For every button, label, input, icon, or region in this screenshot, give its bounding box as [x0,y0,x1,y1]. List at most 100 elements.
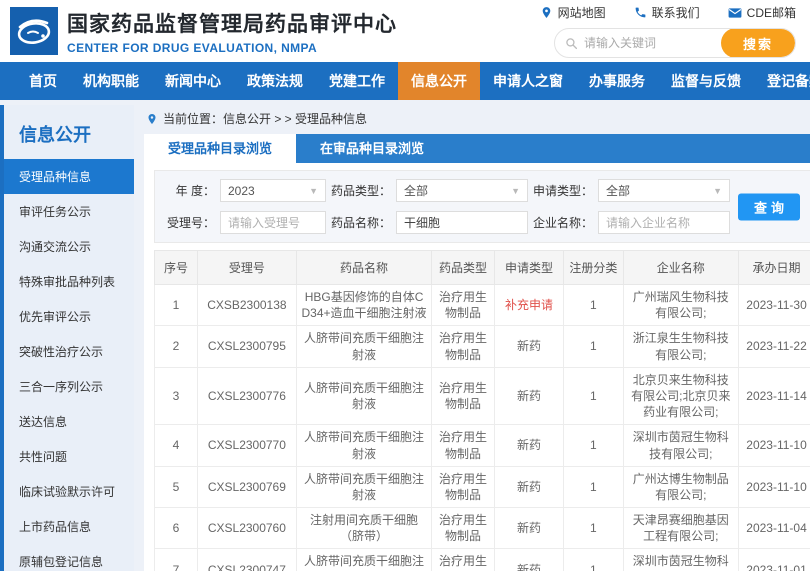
cell-date: 2023-11-10 [738,424,810,467]
nav-item-9[interactable]: 登记备案平台 [754,62,810,100]
site-search: 搜索 [554,28,796,58]
col-header-seq: 序号 [154,250,198,285]
quick-links: 网站地图 联系我们 CDE邮箱 [540,4,796,21]
acceptance-no-label: 受理号： [166,216,215,230]
year-value: 2023 [228,183,255,198]
cell-seq: 7 [154,548,198,571]
col-header-drug-type: 药品类型 [431,250,495,285]
cell-drug-name: 注射用间充质干细胞（脐带） [295,507,433,550]
cell-drug-name: 人脐带间充质干细胞注射液 [295,424,433,467]
sidebar-item-9[interactable]: 临床试验默示许可 [4,474,134,509]
cde-mail-link[interactable]: CDE邮箱 [728,4,796,21]
nav-item-2[interactable]: 新闻中心 [152,62,234,100]
cell-drug-name: 人脐带间充质干细胞注射液 [295,465,433,509]
table-row[interactable]: 2 CXSL2300795 人脐带间充质干细胞注射液 治疗用生物制品 新药 1 浙江泉生生物… [154,325,810,368]
cell-drug-type: 治疗用生物制品 [431,424,495,467]
drug-name-input[interactable] [396,211,528,234]
tab-0[interactable]: 受理品种目录浏览 [144,134,296,163]
filter-box: 年 度： 2023 ▼ 药品类型： 全部 ▼ 申请类型： 全部 ▼ 受理号： 请… [154,170,810,243]
sidebar-item-4[interactable]: 优先审评公示 [4,299,134,334]
cell-date: 2023-11-22 [738,325,810,368]
nav-item-4[interactable]: 党建工作 [316,62,398,100]
cell-apply-type: 新药 [493,465,565,509]
cell-company: 北京贝来生物科技有限公司;北京贝来药业有限公司; [622,366,740,426]
contact-link[interactable]: 联系我们 [634,4,700,21]
nav-item-1[interactable]: 机构职能 [70,62,152,100]
nav-item-7[interactable]: 办事服务 [576,62,658,100]
cell-acceptance-no: CXSL2300760 [196,507,297,550]
company-input[interactable] [598,211,730,234]
cell-reg-class: 1 [563,424,624,467]
site-header: 国家药品监督管理局药品审评中心 CENTER FOR DRUG EVALUATI… [0,0,810,62]
table-row[interactable]: 6 CXSL2300760 注射用间充质干细胞（脐带） 治疗用生物制品 新药 1 天津昂赛细… [154,507,810,550]
results-table: 序号 受理号 药品名称 药品类型 申请类型 注册分类 企业名称 承办日期 1 CXSB23001… [154,250,810,571]
sidebar-item-10[interactable]: 上市药品信息 [4,509,134,544]
query-button[interactable]: 查询 [738,193,800,220]
cell-date: 2023-11-30 [738,283,810,327]
sidebar: 信息公开 受理品种信息 审评任务公示 沟通交流公示 特殊审批品种列表 优先审评公示 突破性… [0,105,134,571]
sidebar-item-5[interactable]: 突破性治疗公示 [4,334,134,369]
sidebar-item-2[interactable]: 沟通交流公示 [4,229,134,264]
cell-date: 2023-11-10 [738,465,810,509]
cell-apply-type: 新药 [493,507,565,550]
sidebar-item-7[interactable]: 送达信息 [4,404,134,439]
sidebar-item-8[interactable]: 共性问题 [4,439,134,474]
cell-drug-type: 治疗用生物制品 [431,325,495,368]
table-row[interactable]: 7CXSL2300747人脐带间充质干细胞注射液治疗用生物制品新药1深圳市茵冠生… [154,548,810,571]
sidebar-item-11[interactable]: 原辅包登记信息 [4,544,134,571]
col-header-drug-name: 药品名称 [295,250,433,285]
table-row[interactable]: 1 CXSB2300138 HBG基因修饰的自体CD34+造血干细胞注射液 治疗用生物… [154,283,810,327]
header-right: 网站地图 联系我们 CDE邮箱 搜索 [540,4,796,58]
table-row[interactable]: 4 CXSL2300770 人脐带间充质干细胞注射液 治疗用生物制品 新药 1 深圳市茵冠生… [154,424,810,467]
year-label: 年 度： [175,184,215,198]
cell-acceptance-no: CXSB2300138 [196,283,297,327]
cell-company: 浙江泉生生物科技有限公司; [622,325,740,368]
cell-reg-class: 1 [563,548,624,571]
sidebar-item-6[interactable]: 三合一序列公示 [4,369,134,404]
cell-company: 广州达博生物制品有限公司; [622,465,740,509]
nav-item-8[interactable]: 监督与反馈 [658,62,754,100]
sitemap-link[interactable]: 网站地图 [540,4,606,21]
cell-acceptance-no: CXSL2300769 [196,465,297,509]
cell-seq: 1 [154,283,198,327]
cell-seq: 5 [154,465,198,509]
sidebar-item-1[interactable]: 审评任务公示 [4,194,134,229]
tab-1[interactable]: 在审品种目录浏览 [296,134,448,163]
tab-bar: 受理品种目录浏览 在审品种目录浏览 [144,134,810,163]
table-row[interactable]: 5 CXSL2300769 人脐带间充质干细胞注射液 治疗用生物制品 新药 1 广州达博生物… [154,465,810,509]
cell-company: 广州瑞风生物科技有限公司; [622,283,740,327]
drug-name-label: 药品名称： [331,216,392,230]
nav-item-6[interactable]: 申请人之窗 [480,62,576,100]
chevron-down-icon: ▼ [713,185,722,196]
page-body: 信息公开 受理品种信息 审评任务公示 沟通交流公示 特殊审批品种列表 优先审评公示 突破性… [0,105,810,571]
cell-drug-name: HBG基因修饰的自体CD34+造血干细胞注射液 [295,283,433,327]
sidebar-item-0[interactable]: 受理品种信息 [4,159,134,194]
cell-company: 天津昂赛细胞基因工程有限公司; [622,507,740,550]
sidebar-item-3[interactable]: 特殊审批品种列表 [4,264,134,299]
col-header-reg-class: 注册分类 [563,250,624,285]
table-row[interactable]: 3 CXSL2300776 人脐带间充质干细胞注射液 治疗用生物制品 新药 1 北京贝来生物… [154,366,810,426]
acceptance-no-input[interactable] [220,211,326,234]
nav-item-5[interactable]: 信息公开 [398,62,480,100]
cell-acceptance-no: CXSL2300776 [196,366,297,426]
cell-reg-class: 1 [563,465,624,509]
drug-type-select[interactable]: 全部 ▼ [396,179,528,202]
cell-date: 2023-11-01 [738,548,810,571]
col-header-date: 承办日期 [738,250,810,285]
search-icon [566,37,578,49]
cell-reg-class: 1 [563,366,624,426]
cell-seq: 2 [154,325,198,368]
year-select[interactable]: 2023 ▼ [220,179,326,202]
cde-logo[interactable] [10,7,58,55]
cell-reg-class: 1 [563,283,624,327]
nav-item-3[interactable]: 政策法规 [234,62,316,100]
chevron-down-icon: ▼ [309,185,318,196]
cde-mail-label: CDE邮箱 [746,6,796,20]
cell-seq: 4 [154,424,198,467]
nav-item-0[interactable]: 首页 [16,62,70,100]
search-input[interactable] [578,36,721,50]
apply-type-select[interactable]: 全部 ▼ [598,179,730,202]
search-button[interactable]: 搜索 [721,29,795,57]
cell-date: 2023-11-14 [738,366,810,426]
map-pin-icon [542,7,550,18]
